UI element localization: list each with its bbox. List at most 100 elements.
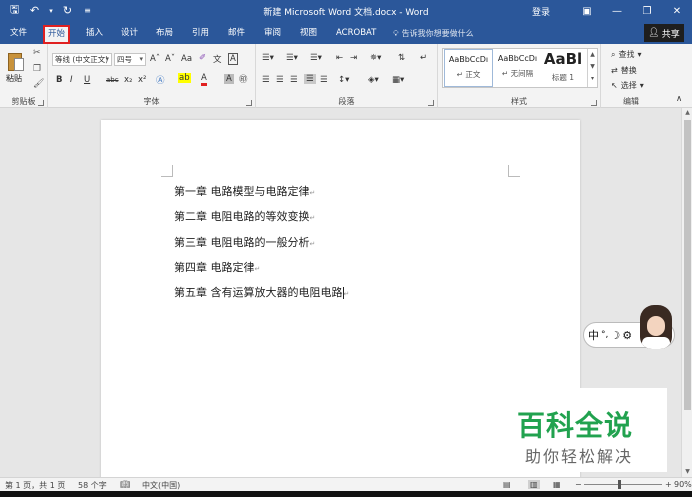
style-heading-1[interactable]: AaBl 标题 1 (540, 49, 586, 87)
minimize-icon[interactable]: — (602, 0, 632, 22)
restore-icon[interactable]: ❐ (632, 0, 662, 22)
tab-file[interactable]: 文件 (10, 26, 27, 42)
paragraph-launcher-icon[interactable] (428, 100, 434, 106)
paste-icon[interactable] (8, 50, 26, 72)
paragraph-mark: ↵ (343, 290, 350, 298)
clear-formatting-icon[interactable]: ✐ (199, 53, 206, 63)
sort-icon[interactable]: ⇅ (398, 53, 405, 63)
proofing-icon[interactable]: 📖︎ (120, 480, 130, 489)
borders-icon[interactable]: ▦▾ (392, 75, 404, 85)
shading-icon[interactable]: ◈▾ (368, 75, 379, 85)
replace-button[interactable]: ⇄ 替换 (611, 65, 637, 76)
font-size-select[interactable]: 四号 ▾ (114, 53, 146, 66)
show-marks-icon[interactable]: ↵ (420, 53, 427, 63)
style-normal[interactable]: AaBbCcDı ↵ 正文 (444, 49, 493, 87)
language-indicator[interactable]: 中文(中国) (142, 480, 180, 491)
multilevel-list-icon[interactable]: ☰▾ (310, 53, 322, 63)
align-right-icon[interactable]: ☰ (290, 75, 298, 85)
clipboard-launcher-icon[interactable] (38, 100, 44, 106)
font-name-select[interactable]: 等线 (中文正文) ▾ (52, 53, 112, 66)
tab-insert[interactable]: 插入 (86, 26, 103, 42)
document-line-1[interactable]: 第一章 电路模型与电路定律↵ (174, 183, 315, 199)
ime-language-toggle[interactable]: 中 (588, 327, 599, 343)
change-case-button[interactable]: Aa (181, 54, 192, 64)
find-button[interactable]: ⌕ 查找 ▾ (611, 49, 642, 60)
cut-icon[interactable]: ✂ (33, 48, 41, 58)
page-count[interactable]: 第 1 页，共 1 页 (5, 480, 65, 491)
phonetic-guide-icon[interactable]: 文 (213, 53, 222, 65)
zoom-level[interactable]: 90% (674, 480, 692, 489)
grow-font-button[interactable]: Aˆ (150, 54, 160, 64)
tab-review[interactable]: 审阅 (264, 26, 281, 42)
tell-me-box[interactable]: 💡︎ 告诉我你想要做什么 (393, 28, 474, 39)
word-count[interactable]: 58 个字 (78, 480, 107, 491)
highlight-color-icon[interactable]: ab (178, 73, 191, 83)
chinese-layout-icon[interactable]: ✵▾ (370, 53, 381, 63)
italic-button[interactable]: I (70, 75, 73, 85)
decrease-indent-icon[interactable]: ⇤ (336, 53, 343, 63)
font-launcher-icon[interactable] (246, 100, 252, 106)
numbering-icon[interactable]: ☰▾ (286, 53, 298, 63)
copy-icon[interactable]: ❐ (33, 64, 41, 74)
ime-punctuation-toggle[interactable]: °, (601, 330, 608, 340)
tab-layout[interactable]: 布局 (156, 26, 173, 42)
document-line-2[interactable]: 第二章 电阻电路的等效变换↵ (174, 208, 315, 224)
subscript-button[interactable]: x₂ (124, 75, 132, 85)
ribbon-display-options-icon[interactable]: ▣ (572, 0, 602, 22)
increase-indent-icon[interactable]: ⇥ (350, 53, 357, 63)
shrink-font-button[interactable]: Aˇ (165, 54, 175, 64)
bold-button[interactable]: B (56, 75, 62, 85)
login-link[interactable]: 登录 (532, 5, 550, 18)
document-line-5[interactable]: 第五章 含有运算放大器的电阻电路↵ (174, 284, 349, 300)
share-button[interactable]: 👤︎ 共享 (644, 24, 684, 42)
styles-launcher-icon[interactable] (591, 100, 597, 106)
styles-more-icon[interactable]: ▾ (588, 73, 597, 85)
gear-icon[interactable]: ⚙ (622, 329, 632, 342)
enclosed-characters-icon[interactable]: ㊞ (239, 73, 248, 85)
styles-scroll[interactable]: ▲ ▼ ▾ (587, 49, 597, 87)
strikethrough-button[interactable]: abc (106, 76, 119, 84)
read-mode-icon[interactable]: ▤ (503, 480, 511, 489)
text-effects-icon[interactable]: Ⓐ (156, 74, 165, 86)
taskbar-strip (0, 491, 692, 497)
tab-view[interactable]: 视图 (300, 26, 317, 42)
paste-button[interactable]: 粘贴 (6, 73, 22, 84)
close-icon[interactable]: ✕ (662, 0, 692, 22)
tab-home[interactable]: 开始 (43, 25, 71, 44)
distributed-icon[interactable]: ☰ (320, 75, 328, 85)
select-button[interactable]: ↖ 选择 ▾ (611, 80, 644, 91)
zoom-slider-thumb[interactable] (618, 480, 622, 489)
document-line-4[interactable]: 第四章 电路定律↵ (174, 259, 260, 275)
web-layout-icon[interactable]: ▦ (553, 480, 561, 489)
character-shading-icon[interactable]: A (224, 74, 234, 84)
line-spacing-icon[interactable]: ↕▾ (338, 75, 349, 85)
justify-icon[interactable]: ☰ (304, 74, 316, 84)
tab-acrobat[interactable]: ACROBAT (336, 26, 376, 42)
zoom-slider[interactable] (584, 480, 662, 489)
print-layout-icon[interactable]: ▥ (528, 480, 540, 489)
scroll-up-icon[interactable]: ▲ (682, 108, 692, 118)
align-left-icon[interactable]: ☰ (262, 75, 270, 85)
styles-down-icon[interactable]: ▼ (588, 61, 597, 73)
styles-up-icon[interactable]: ▲ (588, 49, 597, 61)
ime-toolbar[interactable]: 中 °, ☽ ⚙ (583, 305, 675, 349)
superscript-button[interactable]: x² (138, 75, 146, 85)
character-border-icon[interactable]: A (228, 53, 238, 65)
tab-references[interactable]: 引用 (192, 26, 209, 42)
tab-mailings[interactable]: 邮件 (228, 26, 245, 42)
scroll-thumb[interactable] (684, 120, 691, 410)
bullets-icon[interactable]: ☰▾ (262, 53, 274, 63)
vertical-scrollbar[interactable]: ▲ ▼ (681, 108, 692, 477)
zoom-out-icon[interactable]: − (575, 480, 582, 489)
scroll-down-icon[interactable]: ▼ (682, 467, 692, 477)
collapse-ribbon-icon[interactable]: ∧ (676, 94, 682, 104)
tab-design[interactable]: 设计 (121, 26, 138, 42)
font-color-icon[interactable]: A (201, 74, 207, 86)
document-line-3[interactable]: 第三章 电阻电路的一般分析↵ (174, 234, 315, 250)
ime-width-toggle[interactable]: ☽ (610, 329, 620, 342)
style-no-spacing[interactable]: AaBbCcDı ↵ 无间隔 (493, 49, 542, 87)
align-center-icon[interactable]: ☰ (276, 75, 284, 85)
format-painter-icon[interactable]: 🖌︎ (33, 79, 44, 89)
underline-button[interactable]: U (84, 75, 90, 85)
zoom-in-icon[interactable]: + (665, 480, 672, 489)
